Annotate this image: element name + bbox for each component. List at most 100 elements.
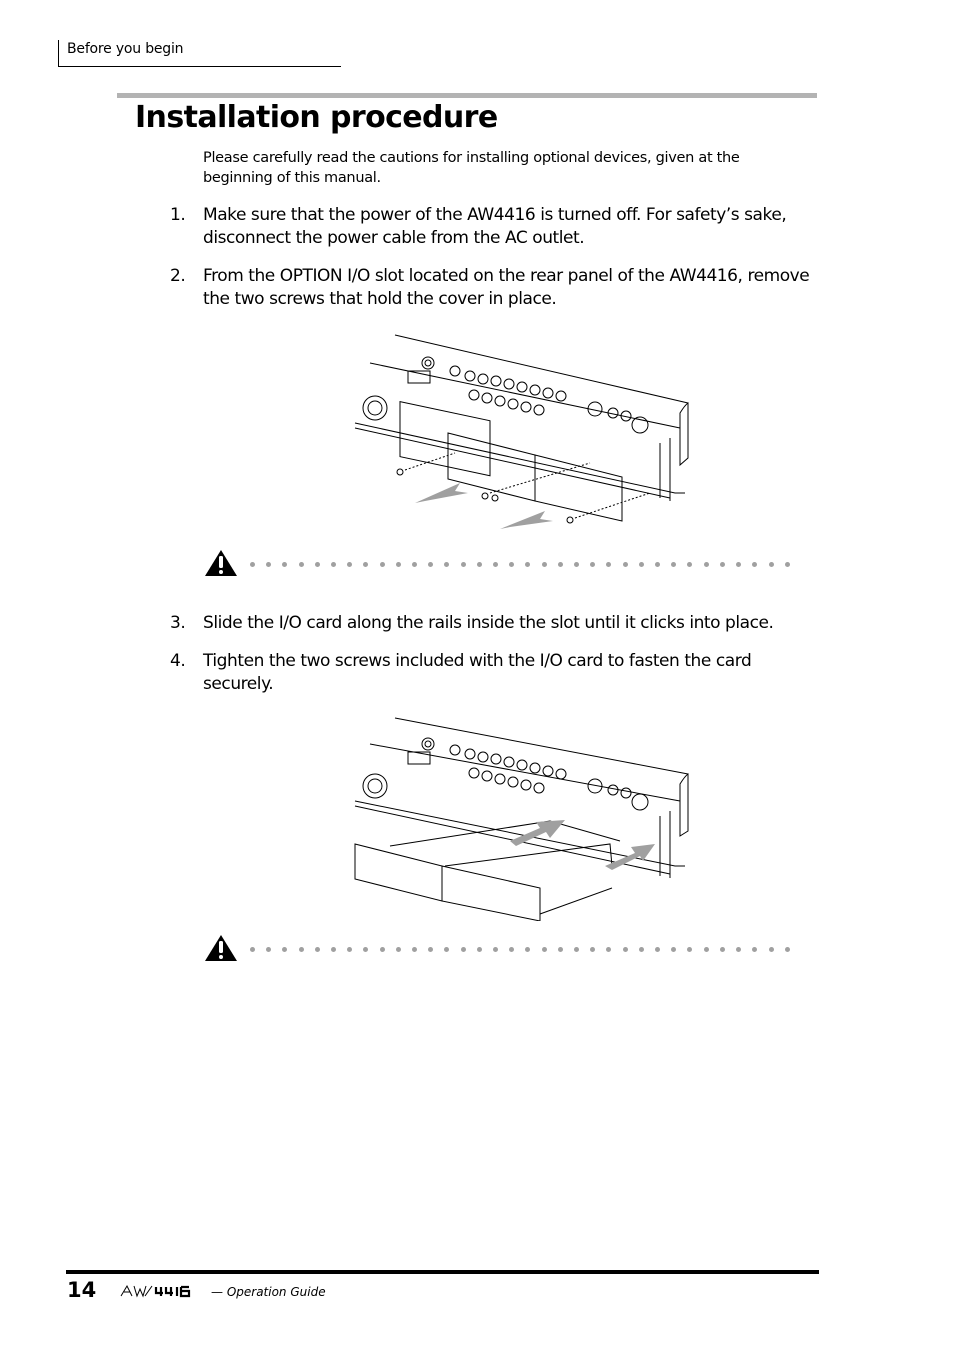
caution-dot (590, 947, 596, 952)
caution-dot (428, 562, 434, 567)
caution-dot (590, 562, 596, 567)
caution-dot (509, 562, 515, 567)
caution-dot (493, 562, 499, 567)
caution-dot (250, 562, 255, 567)
step-text: From the OPTION I/O slot located on the … (203, 266, 810, 309)
caution-dot (736, 562, 742, 567)
caution-dot (509, 947, 515, 952)
caution-dot (622, 947, 628, 952)
caution-dot (314, 562, 320, 567)
caution-dot (557, 947, 563, 952)
caution-dot (768, 947, 774, 952)
step-text: Tighten the two screws included with the… (203, 651, 752, 694)
caution-dot (736, 947, 742, 952)
caution-dot (314, 947, 320, 952)
caution-dot (687, 562, 693, 567)
warning-triangle-icon (205, 550, 237, 576)
caution-dot (395, 562, 401, 567)
caution-dot (574, 947, 580, 952)
caution-dot (606, 562, 612, 567)
caution-dot (606, 947, 612, 952)
caution-dot (655, 947, 661, 952)
caution-marker-1 (204, 549, 794, 579)
caution-dot (282, 947, 288, 952)
caution-dot (347, 562, 353, 567)
step-text: Make sure that the power of the AW4416 i… (203, 205, 787, 248)
caution-dot (784, 562, 790, 567)
caution-dotted-line (250, 947, 790, 953)
direction-arrows (415, 483, 553, 529)
running-header: Before you begin (58, 40, 341, 67)
intro-paragraph: Please carefully read the cautions for i… (203, 150, 740, 186)
step-number: 4. (170, 651, 186, 671)
caution-dot (525, 562, 531, 567)
caution-dot (282, 562, 288, 567)
slot-covers (447, 432, 623, 522)
caution-dot (671, 562, 677, 567)
insert-io-card-illustration (354, 717, 689, 921)
caution-dot (460, 947, 466, 952)
caution-dot (428, 947, 434, 952)
step-number: 3. (170, 613, 186, 633)
caution-dot (638, 947, 644, 952)
caution-dotted-line (250, 562, 790, 568)
direction-arrows (510, 820, 655, 870)
caution-dot (719, 947, 725, 952)
screw-icons (396, 468, 574, 524)
caution-marker-2 (204, 934, 794, 964)
caution-dot (379, 562, 385, 567)
step-text: Slide the I/O card along the rails insid… (203, 613, 774, 633)
caution-dot (331, 562, 337, 567)
caution-dot (444, 947, 450, 952)
caution-dot (655, 562, 661, 567)
caution-dot (412, 562, 418, 567)
caution-dot (687, 947, 693, 952)
caution-dot (266, 562, 272, 567)
caution-dot (541, 947, 547, 952)
caution-dot (363, 562, 369, 567)
caution-dot (525, 947, 531, 952)
caution-dot (331, 947, 337, 952)
guide-label: — Operation Guide (211, 1285, 326, 1299)
caution-dot (752, 947, 758, 952)
step-number: 2. (170, 266, 186, 286)
caution-dot (719, 562, 725, 567)
footer-rule (66, 1270, 819, 1274)
caution-dot (557, 562, 563, 567)
page-number: 14 (67, 1278, 97, 1302)
caution-dot (250, 947, 255, 952)
aw4416-logo-icon (120, 1284, 191, 1298)
caution-dot (784, 947, 790, 952)
caution-dot (363, 947, 369, 952)
caution-dot (298, 947, 304, 952)
caution-dot (622, 562, 628, 567)
page-title: Installation procedure (135, 100, 498, 135)
connector-row (362, 737, 649, 811)
caution-dot (476, 947, 482, 952)
caution-dot (347, 947, 353, 952)
remove-slot-cover-illustration (354, 334, 689, 529)
caution-dot (476, 562, 482, 567)
rear-panel-body (354, 334, 689, 501)
caution-dot (444, 562, 450, 567)
caution-dot (460, 562, 466, 567)
section-label: Before you begin (67, 41, 184, 57)
caution-dot (671, 947, 677, 952)
caution-dot (638, 562, 644, 567)
caution-dot (298, 562, 304, 567)
caution-dot (379, 947, 385, 952)
caution-dot (412, 947, 418, 952)
footer-guide-title: — Operation Guide (120, 1284, 326, 1299)
caution-dot (768, 562, 774, 567)
caution-dot (395, 947, 401, 952)
step-number: 1. (170, 205, 186, 225)
caution-dot (703, 947, 709, 952)
caution-dot (574, 562, 580, 567)
caution-dot (266, 947, 272, 952)
io-cards (354, 820, 621, 921)
caution-dot (703, 562, 709, 567)
caution-dot (752, 562, 758, 567)
connector-row (362, 356, 649, 434)
warning-triangle-icon (205, 935, 237, 961)
caution-dot (493, 947, 499, 952)
